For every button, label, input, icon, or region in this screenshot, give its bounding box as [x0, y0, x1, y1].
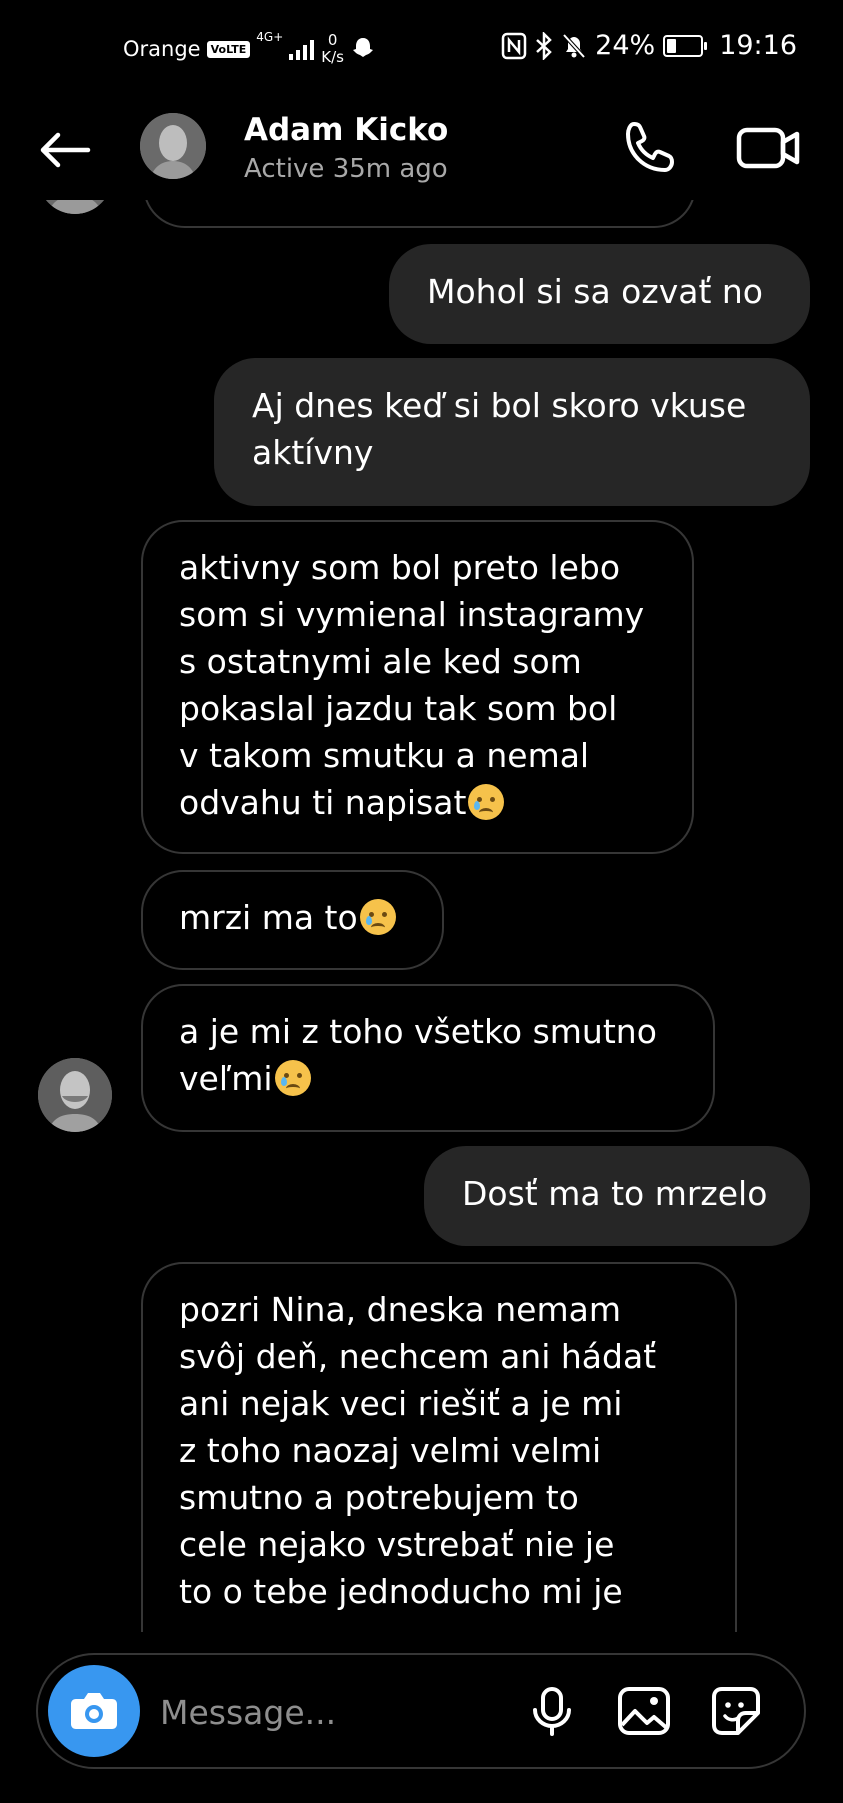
carrier-label: Orange	[123, 37, 201, 61]
message-input[interactable]	[158, 1683, 462, 1741]
message-line: veľmi	[179, 1059, 273, 1098]
contact-avatar[interactable]	[38, 1058, 112, 1132]
status-left: Orange VoLTE 4G+ 0 K/s	[123, 30, 376, 66]
status-bar: Orange VoLTE 4G+ 0 K/s 24% 19:16	[0, 0, 843, 100]
crying-face-emoji-icon	[468, 784, 505, 820]
message-line: svôj deň, nechcem ani hádať	[179, 1337, 657, 1376]
video-camera-icon[interactable]	[735, 118, 803, 178]
message-line: odvahu ti napisat	[179, 783, 467, 822]
snapchat-ghost-icon	[353, 38, 373, 57]
speed-value: 0	[327, 31, 338, 49]
message-sent[interactable]: Dosť ma to mrzelo	[424, 1146, 810, 1246]
network-type: 4G+	[256, 30, 284, 44]
message-line: s ostatnymi ale ked som	[179, 642, 582, 681]
message-line: mrzi ma to	[179, 898, 358, 937]
message-line: som si vymienal instagramy	[179, 595, 645, 634]
message-received[interactable]: aktivny som bol preto lebo som si vymien…	[141, 520, 694, 854]
bluetooth-icon	[536, 31, 552, 60]
message-line: ani nejak veci riešiť a je mi	[179, 1384, 623, 1423]
message-line: to o tebe jednoducho mi je	[179, 1572, 623, 1611]
message-bubble-partial	[143, 200, 696, 228]
chat-header: Adam Kicko Active 35m ago	[0, 100, 843, 200]
battery-icon	[663, 34, 708, 57]
arrow-left-icon[interactable]	[36, 130, 96, 170]
message-received[interactable]: pozri Nina, dneska nemam svôj deň, nechc…	[141, 1262, 737, 1632]
crying-face-emoji-icon	[274, 1060, 311, 1096]
message-thread[interactable]: Mohol si sa ozvať no Aj dnes keď si bol …	[0, 200, 843, 1632]
camera-icon	[71, 1693, 117, 1729]
message-composer	[36, 1653, 806, 1769]
camera-button[interactable]	[48, 1665, 140, 1757]
crying-face-emoji-icon	[359, 899, 396, 935]
status-right: 24% 19:16	[501, 30, 797, 61]
message-text: Dosť ma to mrzelo	[462, 1174, 768, 1213]
contact-name[interactable]: Adam Kicko	[244, 112, 448, 148]
message-sent[interactable]: Mohol si sa ozvať no	[389, 244, 810, 344]
message-line: cele nejako vstrebať nie je	[179, 1525, 615, 1564]
message-line: aktivny som bol preto lebo	[179, 548, 621, 587]
message-text: Mohol si sa ozvať no	[427, 272, 763, 311]
signal-icon	[289, 40, 315, 60]
message-sent[interactable]: Aj dnes keď si bol skoro vkuse aktívny	[214, 358, 810, 506]
clock: 19:16	[719, 30, 797, 61]
battery-percent: 24%	[595, 30, 656, 61]
message-received[interactable]: a je mi z toho všetko smutno veľmi	[141, 984, 715, 1132]
message-received[interactable]: mrzi ma to	[141, 870, 444, 970]
image-icon[interactable]	[616, 1683, 672, 1739]
message-line: pokaslal jazdu tak som bol	[179, 689, 618, 728]
contact-avatar[interactable]	[140, 113, 206, 179]
contact-avatar-partial	[38, 200, 112, 214]
message-line: Aj dnes keď si bol skoro vkuse	[252, 386, 747, 425]
message-line: v takom smutku a nemal	[179, 736, 590, 775]
mute-bell-icon	[562, 33, 586, 58]
network-speed: 0 K/s	[321, 32, 344, 66]
active-status: Active 35m ago	[244, 154, 448, 184]
message-line: smutno a potrebujem to	[179, 1478, 579, 1517]
speed-unit: K/s	[321, 48, 344, 66]
message-line: a je mi z toho všetko smutno	[179, 1012, 657, 1051]
phone-icon[interactable]	[620, 118, 680, 178]
sticker-icon[interactable]	[708, 1683, 764, 1739]
message-line: z toho naozaj velmi velmi	[179, 1431, 602, 1470]
message-line: aktívny	[252, 433, 374, 472]
microphone-icon[interactable]	[524, 1683, 580, 1739]
message-line: pozri Nina, dneska nemam	[179, 1290, 621, 1329]
nfc-icon	[501, 32, 527, 59]
volte-badge: VoLTE	[206, 40, 251, 58]
